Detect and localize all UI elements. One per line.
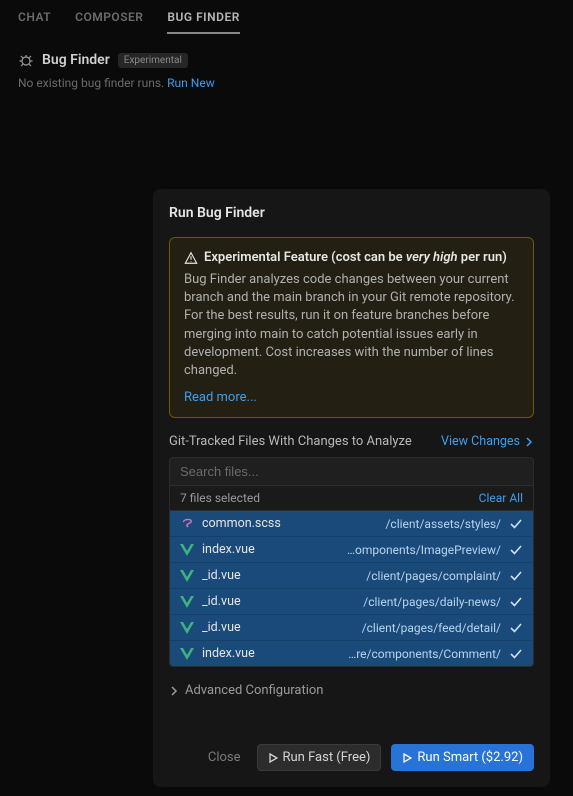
selection-count: 7 files selected [180,491,260,505]
check-icon [509,621,523,635]
file-path: …re/components/Comment/ [348,647,501,661]
run-smart-label: Run Smart ($2.92) [417,750,523,765]
check-icon [509,595,523,609]
file-path: /client/pages/feed/detail/ [362,621,501,635]
check-icon [509,647,523,661]
view-changes-text: View Changes [441,434,520,449]
empty-state-text: No existing bug finder runs. Run New [0,76,573,90]
advanced-label: Advanced Configuration [185,683,323,698]
file-path: /client/pages/daily-news/ [363,595,501,609]
play-icon [268,753,278,763]
bug-icon [18,52,34,68]
close-button[interactable]: Close [202,745,247,770]
run-fast-label: Run Fast (Free) [283,750,371,765]
check-icon [509,517,523,531]
file-row[interactable]: common.scss/client/assets/styles/ [170,511,533,537]
run-smart-button[interactable]: Run Smart ($2.92) [391,744,534,771]
file-name: _id.vue [202,594,241,609]
subtitle-prefix: No existing bug finder runs. [18,76,167,90]
vue-icon [180,622,194,634]
page-header: Bug Finder Experimental [0,34,573,76]
files-label: Git-Tracked Files With Changes to Analyz… [169,434,412,449]
files-header: Git-Tracked Files With Changes to Analyz… [169,434,534,449]
view-changes-link[interactable]: View Changes [441,434,534,449]
file-name: _id.vue [202,568,241,583]
page-title: Bug Finder [42,52,110,68]
notice-head-em: very high [406,250,458,265]
play-icon [402,753,412,763]
file-list: common.scss/client/assets/styles/index.v… [169,511,534,667]
tab-chat[interactable]: CHAT [18,10,51,34]
check-icon [509,543,523,557]
experimental-notice: Experimental Feature (cost can be very h… [169,237,534,418]
notice-head-prefix: Experimental Feature (cost can be [204,250,406,265]
warning-icon [184,251,198,265]
file-name: _id.vue [202,620,241,635]
search-files-input[interactable] [169,457,534,486]
file-name: index.vue [202,542,255,557]
selection-bar: 7 files selected Clear All [169,486,534,511]
panel-footer: Close Run Fast (Free) Run Smart ($2.92) [169,730,534,771]
notice-heading: Experimental Feature (cost can be very h… [184,250,519,265]
file-row[interactable]: index.vue …re/components/Comment/ [170,641,533,666]
vue-icon [180,544,194,556]
run-bug-finder-panel: Run Bug Finder Experimental Feature (cos… [153,189,550,787]
run-fast-button[interactable]: Run Fast (Free) [257,744,382,771]
scss-icon [180,518,194,530]
experimental-badge: Experimental [118,53,188,68]
file-row[interactable]: index.vue …omponents/ImagePreview/ [170,537,533,563]
vue-icon [180,596,194,608]
vue-icon [180,648,194,660]
clear-all-link[interactable]: Clear All [479,491,523,505]
tab-bugfinder[interactable]: BUG FINDER [167,10,239,34]
tab-bar: CHAT COMPOSER BUG FINDER [0,0,573,34]
panel-title: Run Bug Finder [169,205,534,221]
file-path: /client/assets/styles/ [385,517,501,531]
chevron-right-icon [169,686,179,696]
notice-head-suffix: per run) [458,250,507,265]
file-row[interactable]: _id.vue/client/pages/feed/detail/ [170,615,533,641]
tab-composer[interactable]: COMPOSER [75,10,143,34]
file-row[interactable]: _id.vue/client/pages/daily-news/ [170,589,533,615]
run-new-link[interactable]: Run New [167,76,215,90]
file-path: /client/pages/complaint/ [366,569,501,583]
file-name: index.vue [202,646,255,661]
advanced-config-toggle[interactable]: Advanced Configuration [169,683,534,698]
file-name: common.scss [202,516,281,531]
file-path: …omponents/ImagePreview/ [347,543,501,557]
notice-body: Bug Finder analyzes code changes between… [184,271,519,380]
chevron-right-icon [524,437,534,447]
read-more-link[interactable]: Read more... [184,390,257,405]
check-icon [509,569,523,583]
vue-icon [180,570,194,582]
file-row[interactable]: _id.vue/client/pages/complaint/ [170,563,533,589]
